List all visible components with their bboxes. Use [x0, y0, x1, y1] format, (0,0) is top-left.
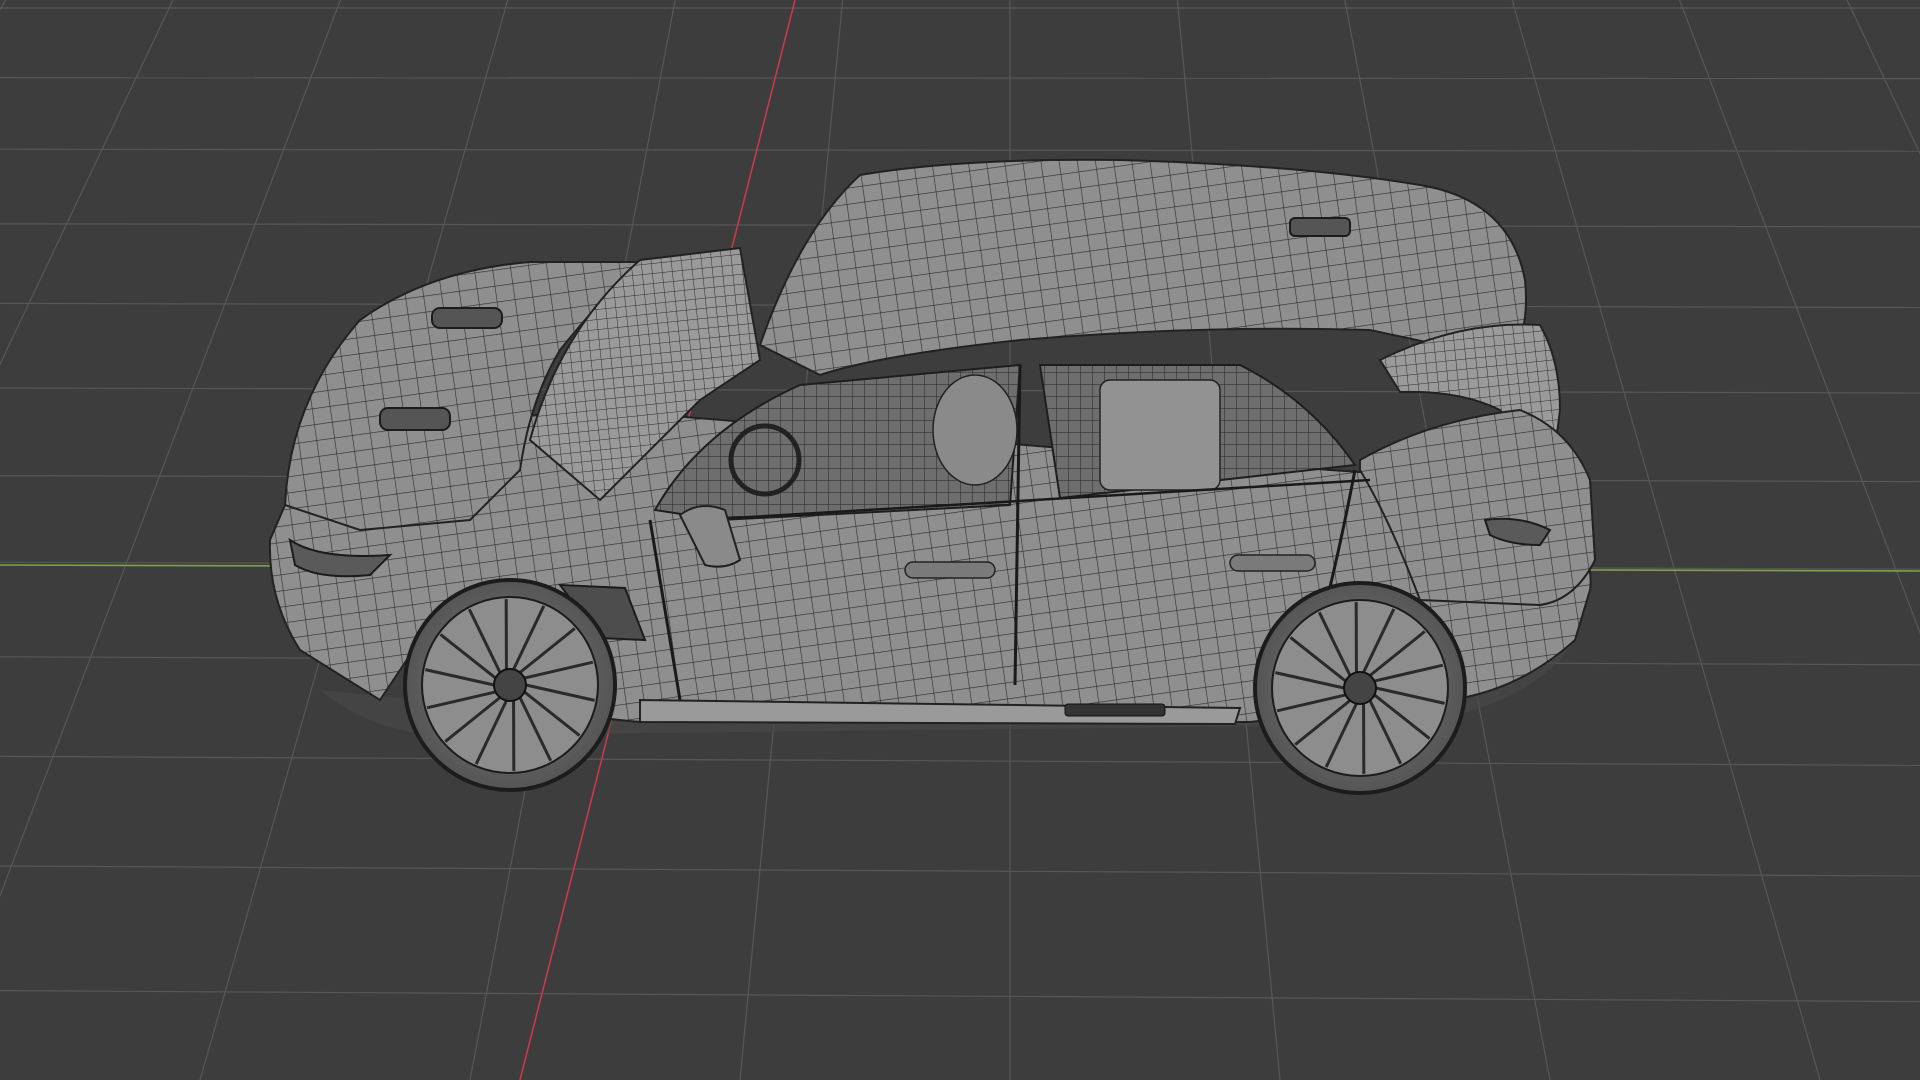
- car-model[interactable]: [268, 158, 1597, 795]
- driver-seat: [932, 374, 1018, 486]
- rear-door-handle: [1229, 554, 1316, 572]
- car-roof[interactable]: [758, 158, 1527, 377]
- side-badge: [1064, 703, 1166, 717]
- viewport-canvas[interactable]: [0, 0, 1920, 1080]
- roof-vent: [1289, 217, 1351, 237]
- front-wheel[interactable]: [403, 578, 617, 792]
- rear-seat: [1099, 379, 1221, 491]
- 3d-viewport[interactable]: [0, 0, 1920, 1080]
- grid-line: [0, 989, 1920, 1003]
- grid-line: [0, 148, 1920, 152]
- grid-line: [1846, 0, 1920, 156]
- grid-line: [0, 76, 1920, 80]
- hood-vent-rear: [431, 307, 503, 329]
- grid-line: [0, 755, 1920, 767]
- front-door-handle: [904, 561, 996, 579]
- grid-line: [1679, 0, 1920, 635]
- grid-line: [0, 865, 1920, 877]
- grid-line: [0, 0, 174, 366]
- rear-wheel[interactable]: [1253, 581, 1467, 795]
- hood-vent-front: [379, 407, 451, 431]
- grid-line: [0, 0, 7, 12]
